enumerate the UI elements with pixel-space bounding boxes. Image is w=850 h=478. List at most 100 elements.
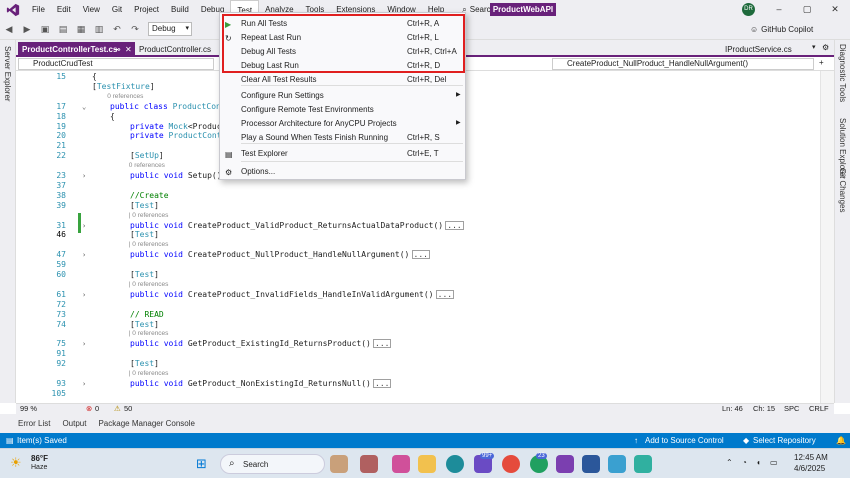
code-line[interactable]: 92 [Test] xyxy=(16,359,820,369)
add-to-source-control-button[interactable]: Add to Source Control xyxy=(645,433,724,448)
tab-list-chevron-icon[interactable]: ▾ xyxy=(812,43,816,51)
back-icon[interactable]: ◀ xyxy=(0,19,18,40)
task-view-icon[interactable] xyxy=(360,455,378,473)
forward-icon[interactable]: ▶ xyxy=(18,19,36,40)
menu-item-options[interactable]: ⚙ Options... xyxy=(220,165,465,178)
maximize-icon[interactable]: ▢ xyxy=(800,3,814,16)
avatar[interactable]: DR xyxy=(742,3,755,16)
code-line[interactable]: 72 xyxy=(16,300,820,310)
tab-productcontrollertest[interactable]: ProductControllerTest.cs ⊸ ✕ xyxy=(18,42,135,57)
codelens-references[interactable]: | 0 references xyxy=(129,329,169,339)
new-item-icon[interactable]: ▣ xyxy=(36,19,54,40)
line-indicator[interactable]: Ln: 46 xyxy=(722,404,743,414)
volume-icon[interactable]: ◖ xyxy=(756,458,761,467)
code-line[interactable]: 61 › public void CreateProduct_InvalidFiel… xyxy=(16,289,820,300)
code-line[interactable]: 59 xyxy=(16,260,820,270)
code-line[interactable]: 39 [Test] xyxy=(16,201,820,211)
code-line[interactable]: | 0 references xyxy=(16,329,820,339)
code-line[interactable]: 47 › public void CreateProduct_NullProduct… xyxy=(16,250,820,260)
fold-toggle-icon[interactable]: ⌄ xyxy=(82,102,86,112)
github-copilot-button[interactable]: ☺ GitHub Copilot xyxy=(750,19,813,40)
collapsed-region-marker[interactable]: ... xyxy=(373,378,392,388)
fold-toggle-icon[interactable]: › xyxy=(82,221,86,231)
weather-condition[interactable]: Haze xyxy=(31,464,47,471)
code-line[interactable]: | 0 references xyxy=(16,240,820,250)
save-all-icon[interactable]: ▥ xyxy=(90,19,108,40)
codelens-references[interactable]: 0 references xyxy=(129,161,165,171)
zoom-level[interactable]: 99 % xyxy=(20,404,37,414)
visual-studio-logo-icon[interactable] xyxy=(0,0,26,19)
notifications-icon[interactable]: 🔔 xyxy=(836,433,846,448)
line-ending-mode[interactable]: CRLF xyxy=(809,404,829,414)
code-line[interactable]: 91 xyxy=(16,349,820,359)
fold-toggle-icon[interactable]: › xyxy=(82,171,86,181)
select-repository-button[interactable]: Select Repository xyxy=(753,433,816,448)
minimize-icon[interactable]: – xyxy=(772,3,786,16)
edge-icon[interactable] xyxy=(446,455,464,473)
diagnostic-tools-tab[interactable]: Diagnostic Tools xyxy=(838,44,847,102)
code-line[interactable]: 37 xyxy=(16,181,820,191)
warning-count[interactable]: 50 xyxy=(124,404,132,414)
menu-item-configure-remote-test-environments[interactable]: Configure Remote Test Environments xyxy=(220,103,465,116)
code-line[interactable]: | 0 references xyxy=(16,369,820,379)
code-line[interactable]: 46 [Test] xyxy=(16,230,820,240)
solution-configuration-select[interactable]: Debug xyxy=(148,22,192,36)
code-line[interactable]: 93 › public void GetProduct_NonExistingId_… xyxy=(16,378,820,389)
clock-time[interactable]: 12:45 AM xyxy=(794,453,828,462)
menu-file[interactable]: File xyxy=(26,0,51,19)
whitespace-mode[interactable]: SPC xyxy=(784,404,799,414)
vertical-scrollbar[interactable] xyxy=(820,71,834,403)
menu-edit[interactable]: Edit xyxy=(51,0,77,19)
code-line[interactable]: 31 › public void CreateProduct_ValidProduc… xyxy=(16,220,820,231)
word-icon[interactable] xyxy=(582,455,600,473)
codelens-references[interactable]: 0 references xyxy=(107,92,143,102)
code-line[interactable]: 73 // READ xyxy=(16,310,820,320)
fold-toggle-icon[interactable]: › xyxy=(82,250,86,260)
codelens-references[interactable]: | 0 references xyxy=(129,211,169,221)
gear-icon[interactable]: ⚙ xyxy=(822,43,829,52)
split-editor-icon[interactable]: + xyxy=(819,58,824,67)
tab-output[interactable]: Output xyxy=(56,414,92,433)
browser-app-icon[interactable] xyxy=(608,455,626,473)
code-line[interactable]: 38 //Create xyxy=(16,191,820,201)
menu-git[interactable]: Git xyxy=(106,0,128,19)
battery-icon[interactable]: ▭ xyxy=(770,458,778,467)
code-line[interactable]: 75 › public void GetProduct_ExistingId_Ret… xyxy=(16,339,820,349)
fold-toggle-icon[interactable]: › xyxy=(82,379,86,389)
file-explorer-icon[interactable] xyxy=(418,455,436,473)
member-navigation-combo[interactable]: CreateProduct_NullProduct_HandleNullArgu… xyxy=(552,58,814,70)
column-indicator[interactable]: Ch: 15 xyxy=(753,404,775,414)
menu-build[interactable]: Build xyxy=(165,0,195,19)
start-icon[interactable]: ⊞ xyxy=(196,456,207,472)
collapsed-region-marker[interactable]: ... xyxy=(411,250,430,260)
snipping-tool-icon[interactable] xyxy=(634,455,652,473)
server-explorer-tab[interactable]: Server Explorer xyxy=(3,46,12,102)
git-changes-tab[interactable]: Git Changes xyxy=(838,168,847,212)
taskbar-search[interactable]: ⌕ Search xyxy=(220,454,325,474)
visual-studio-taskbar-icon[interactable] xyxy=(556,455,574,473)
close-icon[interactable]: ✕ xyxy=(125,42,132,57)
type-navigation-combo[interactable]: ProductCrudTest xyxy=(18,58,214,70)
clock-date[interactable]: 4/6/2025 xyxy=(794,464,825,473)
code-line[interactable]: 60 [Test] xyxy=(16,270,820,280)
widget-app-icon[interactable] xyxy=(330,455,348,473)
code-line[interactable]: 105 xyxy=(16,389,820,399)
temperature[interactable]: 86°F xyxy=(31,454,48,463)
redo-icon[interactable]: ↷ xyxy=(126,19,144,40)
fold-toggle-icon[interactable]: › xyxy=(82,339,86,349)
menu-item-configure-run-settings[interactable]: Configure Run Settings ▶ xyxy=(220,89,465,102)
collapsed-region-marker[interactable]: ... xyxy=(445,220,464,230)
chevron-up-icon[interactable]: ⌃ xyxy=(726,458,733,467)
code-line[interactable]: 74 [Test] xyxy=(16,320,820,330)
tab-package-manager-console[interactable]: Package Manager Console xyxy=(92,414,201,433)
undo-icon[interactable]: ↶ xyxy=(108,19,126,40)
code-line[interactable]: | 0 references xyxy=(16,211,820,221)
menu-project[interactable]: Project xyxy=(128,0,165,19)
pin-icon[interactable]: ⊸ xyxy=(114,42,121,57)
open-icon[interactable]: ▤ xyxy=(54,19,72,40)
menu-view[interactable]: View xyxy=(77,0,106,19)
menu-item-test-explorer[interactable]: ▤ Test Explorer Ctrl+E, T xyxy=(220,147,465,160)
chrome-icon[interactable] xyxy=(502,455,520,473)
save-icon[interactable]: ▦ xyxy=(72,19,90,40)
copilot-app-icon[interactable] xyxy=(392,455,410,473)
